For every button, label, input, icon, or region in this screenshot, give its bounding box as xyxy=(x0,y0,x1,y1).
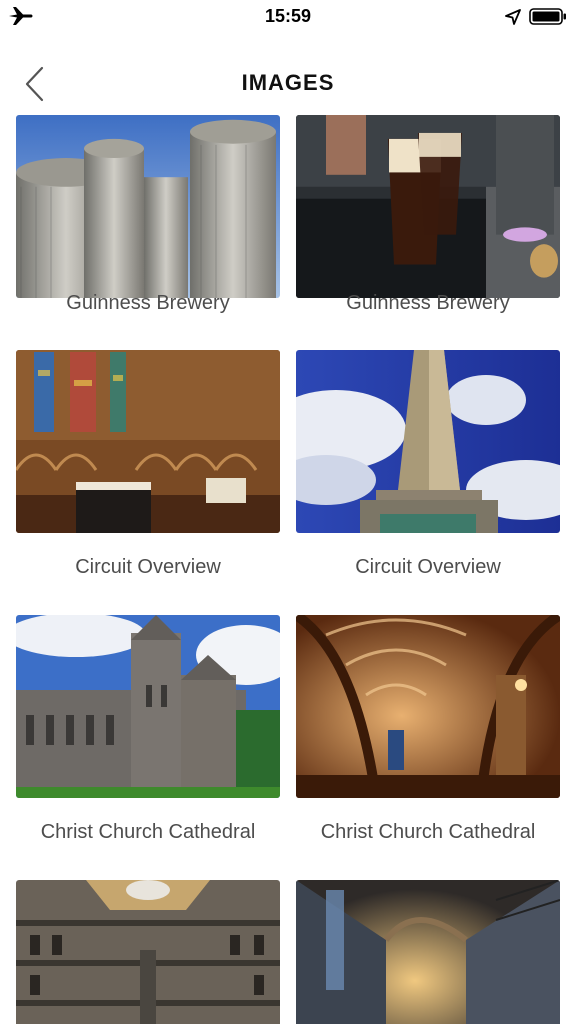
gallery-item[interactable] xyxy=(296,880,560,1024)
brewery-silos-photo xyxy=(16,115,280,298)
cathedral-nave-photo xyxy=(296,615,560,798)
gallery-item[interactable]: Guinness Brewery xyxy=(296,115,560,314)
gallery-item-caption: Guinness Brewery xyxy=(346,292,510,314)
gallery-item[interactable]: Christ Church Cathedral xyxy=(296,615,560,843)
gallery-item-caption: Guinness Brewery xyxy=(66,292,230,314)
gallery-item[interactable] xyxy=(16,880,280,1024)
battery-icon xyxy=(529,8,566,25)
location-arrow-icon xyxy=(505,9,521,25)
gallery-item-caption: Circuit Overview xyxy=(355,556,501,578)
gallery-item-caption: Circuit Overview xyxy=(75,556,221,578)
gallery-item[interactable]: Guinness Brewery xyxy=(16,115,280,314)
guinness-pints-photo xyxy=(296,115,560,298)
gallery-item[interactable]: Circuit Overview xyxy=(296,350,560,578)
page-title: IMAGES xyxy=(241,70,335,95)
gallery-item[interactable]: Circuit Overview xyxy=(16,350,280,578)
cathedral-exterior-photo xyxy=(16,615,280,798)
image-gallery: Guinness Brewery Guinness Brewery Circui… xyxy=(0,115,576,1024)
gallery-item[interactable]: Christ Church Cathedral xyxy=(16,615,280,843)
gallery-item-caption: Christ Church Cathedral xyxy=(40,821,256,843)
church-interior-photo xyxy=(16,350,280,533)
prison-hall-photo xyxy=(16,880,280,1024)
navigation-bar: IMAGES xyxy=(0,56,576,112)
gallery-item-caption: Christ Church Cathedral xyxy=(320,821,536,843)
status-bar: 15:59 xyxy=(0,0,576,34)
obelisk-monument-photo xyxy=(296,350,560,533)
prison-corridor-photo xyxy=(296,880,560,1024)
status-time: 15:59 xyxy=(264,6,312,26)
